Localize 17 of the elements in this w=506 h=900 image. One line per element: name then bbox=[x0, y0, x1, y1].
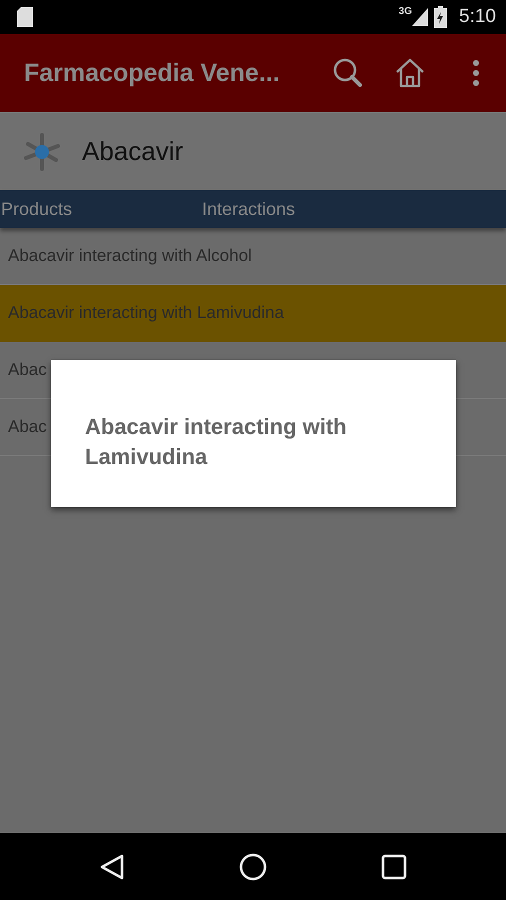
battery-icon bbox=[434, 6, 448, 28]
recents-icon[interactable] bbox=[381, 854, 407, 880]
drug-name: Abacavir bbox=[82, 136, 184, 167]
network-label: 3G bbox=[398, 6, 412, 17]
more-options-icon[interactable] bbox=[472, 59, 480, 87]
app-title: Farmacopedia Vene... bbox=[24, 58, 281, 88]
molecule-icon bbox=[22, 132, 62, 172]
tab[interactable]: Interactions bbox=[202, 198, 296, 220]
dialog-message: Abacavir interacting with Lamivudina bbox=[85, 413, 348, 471]
home-circle-icon[interactable] bbox=[239, 852, 267, 880]
tab[interactable]: Products bbox=[1, 198, 202, 220]
clock-time: 5:10 bbox=[459, 6, 496, 28]
search-icon[interactable] bbox=[332, 57, 364, 89]
back-icon[interactable] bbox=[99, 852, 125, 880]
sd-card-icon bbox=[16, 6, 34, 28]
signal-icon bbox=[412, 8, 428, 26]
home-icon[interactable] bbox=[394, 57, 426, 89]
